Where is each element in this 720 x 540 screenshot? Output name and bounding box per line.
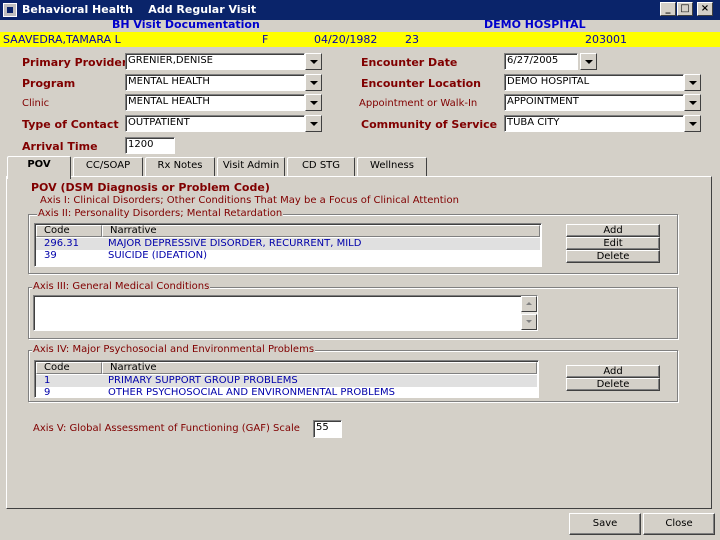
patient-dob: 04/20/1982 (314, 33, 378, 46)
axis-1-label: Axis I: Clinical Disorders; Other Condit… (40, 195, 459, 206)
code-column-header[interactable]: Code (36, 362, 102, 374)
dx-code: 296.31 (44, 238, 79, 249)
appointment-dropdown[interactable] (684, 94, 701, 111)
psych-narrative: PRIMARY SUPPORT GROUP PROBLEMS (108, 375, 298, 386)
table-row[interactable]: 9 OTHER PSYCHOSOCIAL AND ENVIRONMENTAL P… (36, 387, 537, 398)
encounter-location-field[interactable]: DEMO HOSPITAL (504, 74, 684, 91)
tab-pov[interactable]: POV (7, 156, 71, 179)
dx-code: 39 (44, 250, 57, 261)
add-diagnosis-button[interactable]: Add (566, 224, 660, 237)
minimize-button[interactable]: _ (660, 2, 676, 16)
scroll-down-arrow-icon[interactable] (521, 314, 537, 330)
patient-sex: F (262, 33, 269, 46)
community-field[interactable]: TUBA CITY (504, 115, 684, 132)
patient-chart-number: 203001 (585, 33, 627, 46)
program-dropdown[interactable] (305, 74, 322, 91)
close-button[interactable]: Close (643, 513, 715, 535)
type-of-contact-dropdown[interactable] (305, 115, 322, 132)
arrival-time-field[interactable]: 1200 (125, 137, 175, 154)
primary-provider-label: Primary Provider (22, 56, 128, 69)
psych-code: 1 (44, 375, 51, 386)
save-button[interactable]: Save (569, 513, 641, 535)
clinic-field[interactable]: MENTAL HEALTH (125, 94, 305, 111)
encounter-location-dropdown[interactable] (684, 74, 701, 91)
patient-age: 23 (405, 33, 419, 46)
tab-rx-notes[interactable]: Rx Notes (145, 157, 215, 177)
tab-visit-admin[interactable]: Visit Admin (217, 157, 285, 177)
type-of-contact-label: Type of Contact (22, 118, 119, 131)
program-label: Program (22, 77, 76, 90)
program-field[interactable]: MENTAL HEALTH (125, 74, 305, 91)
dx-narrative: MAJOR DEPRESSIVE DISORDER, RECURRENT, MI… (108, 238, 362, 249)
community-dropdown[interactable] (684, 115, 701, 132)
narrative-column-header[interactable]: Narrative (102, 362, 537, 374)
title-bar: Behavioral Health Add Regular Visit _ □ … (0, 0, 720, 20)
medical-conditions-textarea[interactable] (33, 295, 538, 331)
clinic-dropdown[interactable] (305, 94, 322, 111)
code-column-header[interactable]: Code (36, 225, 102, 237)
patient-name: SAAVEDRA,TAMARA L (3, 33, 121, 46)
encounter-date-field[interactable]: 6/27/2005 (504, 53, 578, 70)
appointment-field[interactable]: APPOINTMENT (504, 94, 684, 111)
axis-5-label: Axis V: Global Assessment of Functioning… (33, 423, 300, 434)
table-row[interactable]: 1 PRIMARY SUPPORT GROUP PROBLEMS (36, 375, 537, 387)
table-row[interactable]: 296.31 MAJOR DEPRESSIVE DISORDER, RECURR… (36, 238, 540, 250)
tab-cc-soap[interactable]: CC/SOAP (73, 157, 143, 177)
psychosocial-grid[interactable]: Code Narrative 1 PRIMARY SUPPORT GROUP P… (34, 360, 539, 398)
pov-title: POV (DSM Diagnosis or Problem Code) (31, 181, 270, 194)
facility-name: DEMO HOSPITAL (484, 18, 586, 31)
scroll-up-arrow-icon[interactable] (521, 296, 537, 312)
patient-banner: SAAVEDRA,TAMARA L F 04/20/1982 23 203001 (0, 32, 720, 47)
axis-4-label: Axis IV: Major Psychosocial and Environm… (32, 344, 316, 355)
table-row[interactable]: 39 SUICIDE (IDEATION) (36, 250, 540, 262)
primary-provider-field[interactable]: GRENIER,DENISE (125, 53, 305, 70)
encounter-date-label: Encounter Date (361, 56, 458, 69)
axis-3-label: Axis III: General Medical Conditions (32, 281, 211, 292)
diagnosis-grid[interactable]: Code Narrative 296.31 MAJOR DEPRESSIVE D… (34, 223, 542, 267)
arrival-time-label: Arrival Time (22, 140, 98, 153)
type-of-contact-field[interactable]: OUTPATIENT (125, 115, 305, 132)
psych-narrative: OTHER PSYCHOSOCIAL AND ENVIRONMENTAL PRO… (108, 387, 396, 398)
clinic-label: Clinic (22, 98, 50, 109)
narrative-column-header[interactable]: Narrative (102, 225, 540, 237)
primary-provider-dropdown[interactable] (305, 53, 322, 70)
maximize-button[interactable]: □ (677, 2, 693, 16)
delete-diagnosis-button[interactable]: Delete (566, 250, 660, 263)
tab-cd-stg[interactable]: CD STG (287, 157, 355, 177)
dx-narrative: SUICIDE (IDEATION) (108, 250, 207, 261)
encounter-date-dropdown[interactable] (580, 53, 597, 70)
edit-diagnosis-button[interactable]: Edit (566, 237, 660, 250)
window-title: Behavioral Health Add Regular Visit (22, 3, 257, 16)
module-title: BH Visit Documentation (112, 18, 260, 31)
gaf-score-field[interactable]: 55 (313, 420, 342, 438)
encounter-location-label: Encounter Location (361, 77, 481, 90)
appointment-label: Appointment or Walk-In (359, 98, 478, 109)
close-window-button[interactable]: × (697, 2, 713, 16)
delete-problem-button[interactable]: Delete (566, 378, 660, 391)
axis-2-label: Axis II: Personality Disorders; Mental R… (37, 208, 284, 219)
app-icon (3, 3, 17, 17)
tab-wellness[interactable]: Wellness (357, 157, 427, 177)
add-problem-button[interactable]: Add (566, 365, 660, 378)
psych-code: 9 (44, 387, 51, 398)
medical-conditions-scrollbar[interactable] (521, 296, 537, 330)
community-label: Community of Service (361, 118, 498, 131)
